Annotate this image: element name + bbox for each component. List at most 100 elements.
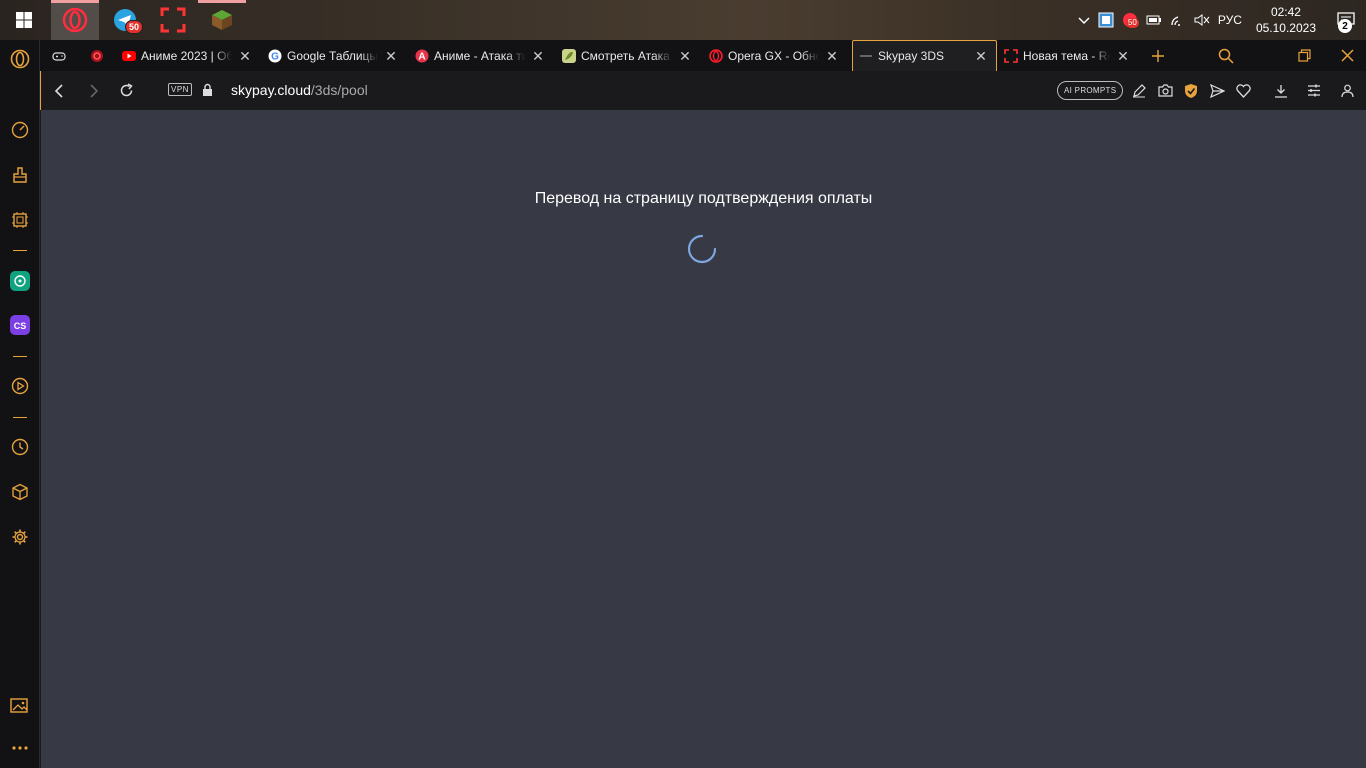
tab-anime-2023[interactable]: Аниме 2023 | Об ✕ [116, 40, 260, 71]
taskbar-app-screen-capture[interactable] [149, 0, 197, 40]
tab-pinned-opera[interactable] [84, 40, 112, 71]
tab-close-button[interactable]: ✕ [1116, 49, 1130, 63]
tab-pinned-gx[interactable] [46, 40, 74, 71]
opera-gx-icon [62, 7, 88, 33]
telegram-badge: 50 [124, 20, 143, 34]
bookmark-button[interactable] [1230, 71, 1256, 110]
easy-setup-button[interactable] [1301, 71, 1327, 110]
tab-title: Аниме 2023 | Об [141, 48, 232, 63]
tab-close-button[interactable]: ✕ [974, 49, 988, 63]
url-path: /3ds/pool [310, 82, 368, 98]
send-icon [1209, 83, 1225, 98]
tab-close-button[interactable]: ✕ [678, 49, 692, 63]
ai-prompts-button[interactable]: AI PROMPTS [1057, 81, 1124, 100]
reload-icon [120, 83, 133, 97]
tab-close-button[interactable]: ✕ [531, 49, 545, 63]
clock-icon [11, 438, 29, 456]
lock-icon[interactable] [202, 83, 213, 97]
tab-close-button[interactable]: ✕ [384, 49, 398, 63]
sidebar-gx-corner[interactable] [0, 205, 40, 235]
svg-text:CS: CS [14, 321, 27, 331]
skypay-icon [860, 55, 872, 57]
tab-title: Аниме - Атака ти [434, 48, 525, 63]
ad-blocker-button[interactable] [1178, 71, 1204, 110]
tab-close-button[interactable]: ✕ [825, 49, 839, 63]
url-field[interactable]: skypay.cloud/3ds/pool [231, 82, 368, 98]
taskbar-app-telegram[interactable]: 50 [101, 0, 149, 40]
restore-icon [1297, 49, 1311, 62]
sidebar-chatsonic[interactable]: CS [0, 310, 40, 340]
edit-page-button[interactable] [1126, 71, 1152, 110]
youtube-icon [122, 50, 136, 61]
plus-icon [1152, 49, 1164, 62]
back-button[interactable] [44, 71, 76, 110]
sidebar-settings[interactable] [0, 522, 40, 552]
restore-window-button[interactable] [1289, 40, 1319, 71]
opera-sidebar: CS [0, 40, 40, 768]
downloads-button[interactable] [1268, 71, 1294, 110]
url-host: skypay.cloud [231, 82, 311, 98]
minecraft-icon [212, 10, 232, 30]
tab-title: Skypay 3DS [878, 49, 945, 63]
app-window-icon [1098, 12, 1114, 28]
tray-volume[interactable] [1190, 0, 1214, 40]
tray-language[interactable]: РУС [1214, 0, 1246, 40]
opera-logo-icon [10, 49, 30, 69]
tray-battery[interactable] [1142, 0, 1166, 40]
edit-icon [1133, 83, 1146, 97]
opera-red-icon [91, 49, 103, 62]
close-window-button[interactable] [1332, 40, 1362, 71]
taskbar-app-minecraft[interactable] [198, 0, 246, 40]
tab-google-sheets[interactable]: G Google Таблицы: ✕ [262, 40, 406, 71]
reload-button[interactable] [110, 71, 142, 110]
sidebar-extensions[interactable] [0, 477, 40, 507]
sidebar-opera-menu[interactable] [0, 44, 40, 74]
notification-center-button[interactable]: 2 [1326, 0, 1366, 40]
tray-wifi[interactable] [1166, 0, 1190, 40]
snapshot-button[interactable] [1152, 71, 1178, 110]
loading-spinner-icon [687, 234, 717, 264]
tab-close-button[interactable]: ✕ [238, 49, 252, 63]
tray-clock[interactable]: 02:42 05.10.2023 [1246, 0, 1326, 40]
opera-icon [709, 48, 723, 63]
tab-watch-attack[interactable]: Смотреть Атака ✕ [556, 40, 700, 71]
heart-icon [1235, 83, 1251, 98]
tab-skypay-3ds[interactable]: Skypay 3DS ✕ [852, 40, 997, 71]
leaf-icon [562, 48, 576, 63]
tab-new-theme[interactable]: Новая тема - Rec ✕ [998, 40, 1138, 71]
arrow-left-icon [54, 83, 63, 98]
anime-a-icon: A [415, 49, 429, 62]
more-dots-icon [12, 746, 28, 750]
sidebar-separator [13, 417, 27, 418]
profile-button[interactable] [1334, 71, 1360, 110]
new-tab-button[interactable] [1146, 40, 1170, 71]
page-content: Перевод на страницу подтверждения оплаты [41, 110, 1366, 768]
play-circle-icon [11, 377, 29, 395]
sidebar-history[interactable] [0, 432, 40, 462]
sidebar-gx-cleaner[interactable] [0, 160, 40, 190]
tray-app-icon[interactable] [1094, 0, 1118, 40]
volume-muted-icon [1194, 14, 1210, 26]
arrow-right-icon [90, 83, 99, 98]
tab-search-button[interactable] [1211, 40, 1241, 71]
tab-anime-attack[interactable]: A Аниме - Атака ти ✕ [409, 40, 553, 71]
tray-opera-gx[interactable]: 50 [1118, 0, 1142, 40]
tab-opera-gx-update[interactable]: Opera GX - Обно ✕ [703, 40, 847, 71]
sidebar-chatgpt[interactable] [0, 266, 40, 296]
sidebar-wallpapers[interactable] [0, 691, 40, 721]
sidebar-gx-control[interactable] [0, 115, 40, 145]
tab-title: Новая тема - Rec [1023, 48, 1110, 63]
sidebar-more-button[interactable] [0, 733, 40, 763]
tab-strip: Аниме 2023 | Об ✕ G Google Таблицы: ✕ A … [40, 40, 1366, 71]
send-button[interactable] [1204, 71, 1230, 110]
forward-button[interactable] [77, 71, 109, 110]
tray-overflow-chevron[interactable] [1074, 0, 1094, 40]
start-button[interactable] [0, 0, 48, 40]
broom-icon [13, 167, 27, 183]
taskbar-app-opera-gx[interactable] [51, 0, 99, 40]
sidebar-player[interactable] [0, 371, 40, 401]
vpn-button[interactable]: VPN [168, 83, 192, 96]
close-icon [1340, 49, 1354, 62]
chatgpt-icon [10, 271, 30, 291]
sidebar-separator [13, 356, 27, 357]
